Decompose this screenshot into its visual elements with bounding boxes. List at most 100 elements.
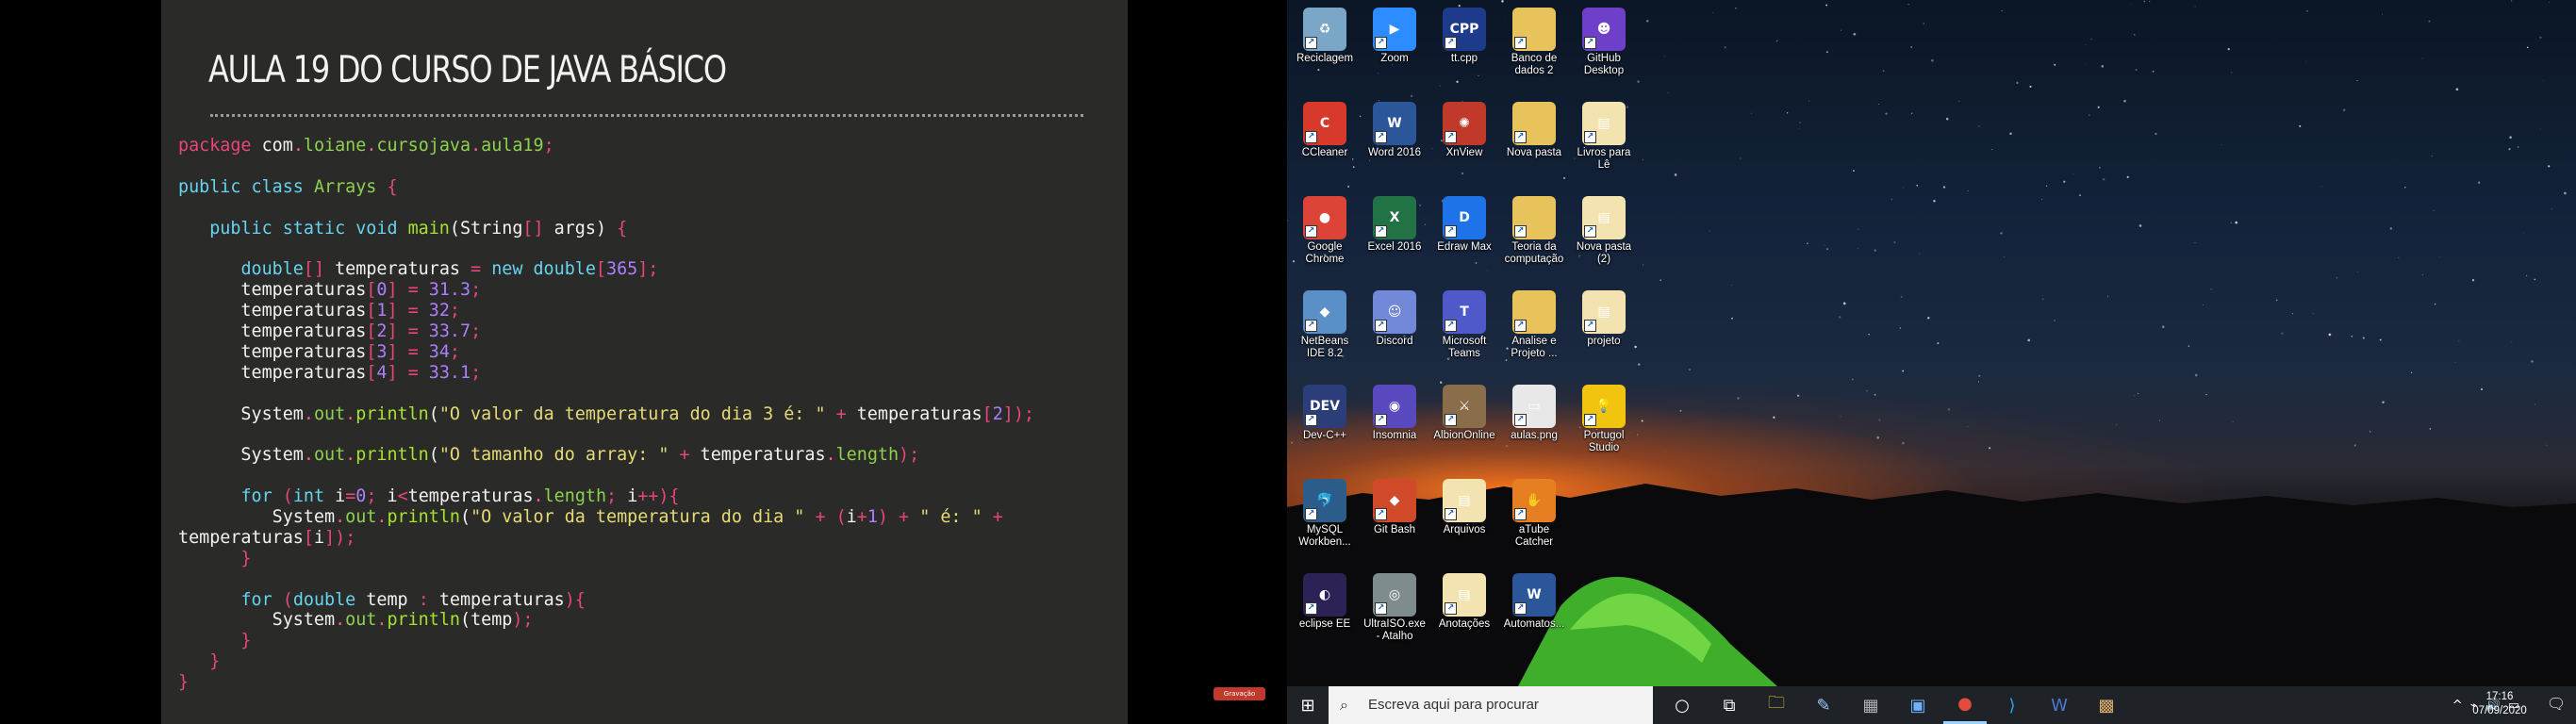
star (1775, 40, 1778, 42)
code-token: = (397, 362, 429, 383)
chrome-button[interactable]: ● (1943, 686, 1987, 724)
code-token: ) (877, 507, 888, 528)
code-token: + (669, 445, 701, 466)
cortana-button[interactable]: ○ (1660, 686, 1704, 724)
star (1287, 220, 1288, 222)
code-line: temperaturas[3] = 34; (178, 342, 1034, 363)
desktop-icon[interactable]: ▤ ↗ Anotações (1430, 568, 1498, 631)
search-placeholder: Escreva aqui para procurar (1368, 697, 1539, 713)
desktop-icon[interactable]: ▭ ↗ aulas.png (1500, 379, 1568, 442)
desktop-icon[interactable]: ◆ ↗ Git Bash (1361, 473, 1428, 536)
desktop-icon[interactable]: 🐬 ↗ MySQL Workben... (1291, 473, 1359, 549)
star (1439, 85, 1441, 87)
desktop-icon-label: projeto (1587, 336, 1621, 347)
git-bash-icon: ◆ ↗ (1373, 479, 1416, 522)
icon-glyph: ▤ (1597, 116, 1610, 131)
desktop-icon[interactable]: W ↗ Automatos... (1500, 568, 1568, 631)
code-token: double (240, 259, 304, 280)
notification-center-icon[interactable]: 🗨 (2544, 695, 2568, 716)
desktop-icon[interactable]: T ↗ Microsoft Teams (1430, 285, 1498, 360)
desktop-icon[interactable]: ▶ ↗ Zoom (1361, 2, 1428, 65)
desktop-icon[interactable]: ↗ Nova pasta (1500, 96, 1568, 159)
desktop-icon[interactable]: CPP ↗ tt.cpp (1430, 2, 1498, 65)
taskbar-clock[interactable]: 17:16 07/09/2020 (2467, 690, 2533, 718)
icon-glyph: X (1389, 210, 1400, 225)
shortcut-arrow-icon: ↗ (1584, 320, 1596, 332)
star (1378, 73, 1379, 74)
desktop-icon[interactable]: ▤ ↗ Livros para Lê (1570, 96, 1638, 172)
desktop-icon[interactable]: ● ↗ Google Chrome (1291, 190, 1359, 266)
desktop-icon[interactable]: W ↗ Word 2016 (1361, 96, 1428, 159)
shortcut-arrow-icon: ↗ (1584, 131, 1596, 143)
desktop-icon[interactable]: DEV ↗ Dev-C++ (1291, 379, 1359, 442)
shortcut-arrow-icon: ↗ (1445, 225, 1457, 238)
code-token: "O valor da temperatura do dia " (471, 507, 805, 528)
star (1679, 409, 1682, 412)
code-token: ] (387, 341, 398, 362)
paint-button[interactable]: ✎ (1802, 686, 1845, 724)
folder-doc-icon: ▤ ↗ (1582, 196, 1626, 239)
desktop-icon-label: Portugol Studio (1583, 430, 1625, 453)
windows-start-button[interactable]: ⊞ (1287, 686, 1329, 724)
desktop-icon[interactable]: ◆ ↗ NetBeans IDE 8.2 (1291, 285, 1359, 360)
code-token: ( (272, 486, 293, 507)
desktop-icon[interactable]: ✺ ↗ XnView (1430, 96, 1498, 159)
star (2564, 191, 2567, 195)
mysql-icon: 🐬 ↗ (1303, 479, 1346, 522)
desktop-icon[interactable]: ♻ ↗ Reciclagem (1291, 2, 1359, 65)
desktop-icon[interactable]: ✋ ↗ aTube Catcher (1500, 473, 1568, 549)
desktop-icon[interactable]: ↗ Teoria da computação (1500, 190, 1568, 266)
star (2029, 85, 2032, 88)
word-button[interactable]: W (2038, 686, 2081, 724)
calculator-button[interactable]: ▦ (1849, 686, 1892, 724)
vscode-button[interactable]: ⟩ (1990, 686, 2034, 724)
recording-badge[interactable]: Gravação (1214, 687, 1265, 700)
star (2398, 256, 2400, 259)
desktop[interactable]: ♻ ↗ Reciclagem ▶ ↗ Zoom CPP ↗ tt.cpp ↗ Banco de da… (1287, 0, 2576, 686)
desktop-icon-label: Dev-C++ (1302, 430, 1347, 441)
star (1842, 302, 1846, 305)
desktop-icon[interactable]: ↗ Analise e Projeto ... (1500, 285, 1568, 360)
star (2539, 128, 2541, 130)
desktop-icon[interactable]: ◎ ↗ UltraISO.exe - Atalho (1361, 568, 1428, 643)
file-explorer-button[interactable]: 🗀 (1755, 686, 1798, 724)
desktop-icon-label: aTube Catcher (1514, 524, 1554, 548)
code-token: + (982, 507, 1003, 528)
desktop-icon[interactable]: C ↗ CCleaner (1291, 96, 1359, 159)
star (1740, 157, 1742, 159)
code-token: . (303, 445, 314, 466)
desktop-icon[interactable]: ↗ Banco de dados 2 (1500, 2, 1568, 77)
app-button[interactable]: ▩ (2085, 686, 2128, 724)
desktop-icon[interactable]: ⚔ ↗ AlbionOnline (1430, 379, 1498, 442)
desktop-icon[interactable]: ▤ ↗ Nova pasta (2) (1570, 190, 1638, 266)
code-token: + (825, 403, 857, 424)
star (2508, 148, 2511, 151)
icon-glyph: CPP (1449, 22, 1479, 37)
desktop-icon[interactable]: 💡 ↗ Portugol Studio (1570, 379, 1638, 454)
shortcut-arrow-icon: ↗ (1514, 320, 1527, 332)
icon-glyph: ▶ (1389, 22, 1400, 37)
code-line: System.out.println(temp); (178, 610, 1034, 631)
desktop-icon[interactable]: ▤ ↗ Arquivos (1430, 473, 1498, 536)
desktop-icon[interactable]: ☻ ↗ GitHub Desktop (1570, 2, 1638, 77)
shortcut-arrow-icon: ↗ (1375, 37, 1387, 49)
code-token: temperaturas (438, 589, 565, 610)
photos-button[interactable]: ▣ (1896, 686, 1940, 724)
icon-glyph: ☺ (1387, 304, 1402, 320)
desktop-icon[interactable]: ▤ ↗ projeto (1570, 285, 1638, 348)
task-view-button[interactable]: ⧉ (1708, 686, 1751, 724)
taskbar-search-box[interactable]: ⌕ Escreva aqui para procurar (1329, 686, 1653, 724)
tray-chevron-icon[interactable]: ^ (2452, 699, 2463, 713)
star (2548, 165, 2551, 168)
code-token: } (178, 631, 252, 651)
code-token: ; (606, 486, 628, 507)
folder-pdf-icon: ▤ ↗ (1582, 102, 1626, 145)
icon-glyph: ✋ (1526, 493, 1543, 508)
desktop-icon[interactable]: ◐ ↗ eclipse EE (1291, 568, 1359, 631)
desktop-icon[interactable]: ☺ ↗ Discord (1361, 285, 1428, 348)
desktop-icon[interactable]: D ↗ Edraw Max (1430, 190, 1498, 254)
star (2235, 221, 2238, 224)
desktop-icon[interactable]: X ↗ Excel 2016 (1361, 190, 1428, 254)
desktop-icon[interactable]: ◉ ↗ Insomnia (1361, 379, 1428, 442)
